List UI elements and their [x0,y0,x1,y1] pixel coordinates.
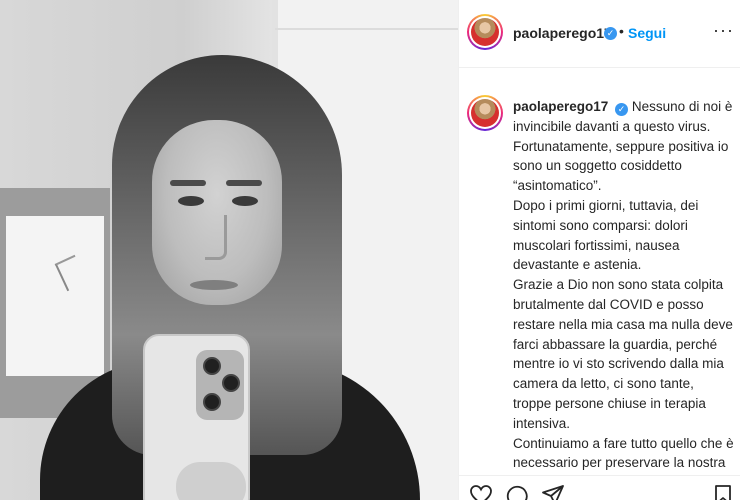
photo-eye-right [232,196,258,206]
photo-nose [205,215,227,260]
photo-camera-lens [222,374,240,392]
caption-paragraph: paolaperego17 ✓ Nessuno di noi è invinci… [513,97,735,196]
photo-lips [190,280,238,290]
avatar-ring [469,16,501,48]
more-options-icon[interactable]: ··· [713,20,734,41]
photo-camera-lens [203,393,221,411]
share-icon[interactable] [541,484,565,500]
caption-paragraph: Grazie a Dio non sono stata colpita brut… [513,277,733,431]
post-caption: paolaperego17 ✓ Nessuno di noi è invinci… [513,97,735,473]
caption-paragraph: Continuiamo a fare tutto quello che è ne… [513,435,734,471]
avatar-image [471,99,499,127]
post-header: paolaperego17 ✓ • Segui ··· [459,0,740,68]
photo-ceiling-line [275,28,458,30]
photo-brow-right [226,180,262,186]
avatar-image [471,18,499,46]
photo-camera-lens [203,357,221,375]
profile-avatar[interactable] [467,14,503,50]
photo-hand [176,462,246,500]
avatar-ring [469,97,501,129]
follow-button[interactable]: Segui [628,25,666,41]
verified-badge-icon: ✓ [615,103,629,116]
photo-picture-frame-inner [6,216,104,376]
post-photo[interactable] [0,0,458,500]
photo-brow-left [170,180,206,186]
header-username[interactable]: paolaperego17 [513,25,612,41]
comment-icon[interactable] [505,484,529,500]
heart-icon[interactable] [469,484,493,500]
photo-face [152,120,282,305]
post-sidebar: paolaperego17 ✓ • Segui ··· paolaperego1… [458,0,740,500]
caption-username[interactable]: paolaperego17 [513,99,608,114]
caption-avatar[interactable] [467,95,503,131]
photo-eye-left [178,196,204,206]
action-bar [459,475,740,500]
bookmark-icon[interactable] [713,484,733,500]
caption-paragraph: Dopo i primi giorni, tuttavia, dei sinto… [513,197,699,273]
verified-badge-icon: ✓ [604,27,617,40]
header-separator: • [619,23,624,39]
